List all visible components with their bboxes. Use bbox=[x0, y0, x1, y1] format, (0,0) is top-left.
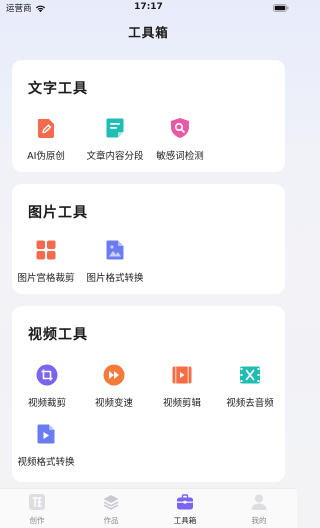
status-time: 17:17 bbox=[134, 2, 163, 12]
tool-label: 文章内容分段 bbox=[86, 151, 144, 162]
tool-ai-rewrite[interactable]: AI伪原创 bbox=[11, 117, 81, 162]
layers-icon bbox=[103, 495, 119, 510]
user-icon bbox=[251, 494, 267, 510]
tool-video-crop[interactable]: 视频裁剪 bbox=[12, 364, 82, 409]
toolbox-icon bbox=[177, 494, 193, 510]
image-tools-card: 图片工具 图片宫格裁剪 图片格式转换 bbox=[12, 184, 285, 294]
tool-label: 视频剪辑 bbox=[162, 398, 201, 409]
video-doc-icon bbox=[37, 424, 55, 444]
list-doc-icon bbox=[106, 118, 124, 138]
tool-video-remove-audio[interactable]: 视频去音频 bbox=[215, 364, 285, 409]
tab-bar: 创作 作品 工具箱 我的 bbox=[0, 488, 297, 528]
shield-search-icon bbox=[171, 118, 189, 138]
battery-icon bbox=[273, 4, 289, 12]
tab-works[interactable]: 作品 bbox=[86, 493, 136, 526]
page-title: 工具箱 bbox=[128, 25, 169, 40]
create-icon bbox=[29, 494, 45, 510]
pencil-doc-icon bbox=[38, 119, 54, 138]
tab-create[interactable]: 创作 bbox=[12, 493, 62, 526]
tool-video-format-convert[interactable]: 视频格式转换 bbox=[11, 423, 81, 468]
tab-label: 作品 bbox=[103, 516, 119, 525]
section-title: 文字工具 bbox=[28, 81, 88, 97]
tool-label: 图片宫格裁剪 bbox=[17, 273, 75, 284]
image-icon bbox=[106, 240, 124, 260]
tool-label: 图片格式转换 bbox=[86, 273, 144, 284]
tool-sensitive-word-check[interactable]: 敏感词检测 bbox=[145, 117, 215, 162]
tool-article-split[interactable]: 文章内容分段 bbox=[80, 117, 150, 162]
tool-image-format-convert[interactable]: 图片格式转换 bbox=[80, 239, 150, 284]
tool-label: 视频变速 bbox=[94, 398, 133, 409]
crop-icon bbox=[36, 364, 58, 386]
section-title: 图片工具 bbox=[28, 205, 88, 221]
tab-label: 创作 bbox=[29, 516, 45, 525]
tab-toolbox[interactable]: 工具箱 bbox=[160, 493, 210, 526]
tab-label: 工具箱 bbox=[173, 516, 197, 525]
tool-label: 敏感词检测 bbox=[156, 151, 204, 162]
tab-profile[interactable]: 我的 bbox=[234, 493, 284, 526]
tool-video-speed[interactable]: 视频变速 bbox=[79, 364, 149, 409]
tool-label: 视频格式转换 bbox=[17, 457, 75, 468]
film-mute-icon bbox=[240, 366, 260, 384]
section-title: 视频工具 bbox=[28, 327, 88, 343]
status-bar: 运营商 17:17 bbox=[0, 0, 297, 18]
tool-video-edit[interactable]: 视频剪辑 bbox=[147, 364, 217, 409]
tool-label: AI伪原创 bbox=[27, 151, 65, 162]
tool-label: 视频去音频 bbox=[226, 398, 274, 409]
film-icon bbox=[172, 366, 192, 384]
grid-icon bbox=[36, 240, 56, 260]
tab-label: 我的 bbox=[251, 516, 267, 525]
tool-image-grid-crop[interactable]: 图片宫格裁剪 bbox=[11, 239, 81, 284]
tool-label: 视频裁剪 bbox=[27, 398, 66, 409]
text-tools-card: 文字工具 AI伪原创 文章内容分段 敏感词检测 bbox=[12, 60, 285, 172]
nav-bar: 工具箱 bbox=[0, 18, 297, 48]
video-tools-card: 视频工具 视频裁剪 视频变速 视频剪辑 视频去音频 视频格式转换 bbox=[12, 306, 285, 482]
fast-forward-icon bbox=[103, 364, 125, 386]
